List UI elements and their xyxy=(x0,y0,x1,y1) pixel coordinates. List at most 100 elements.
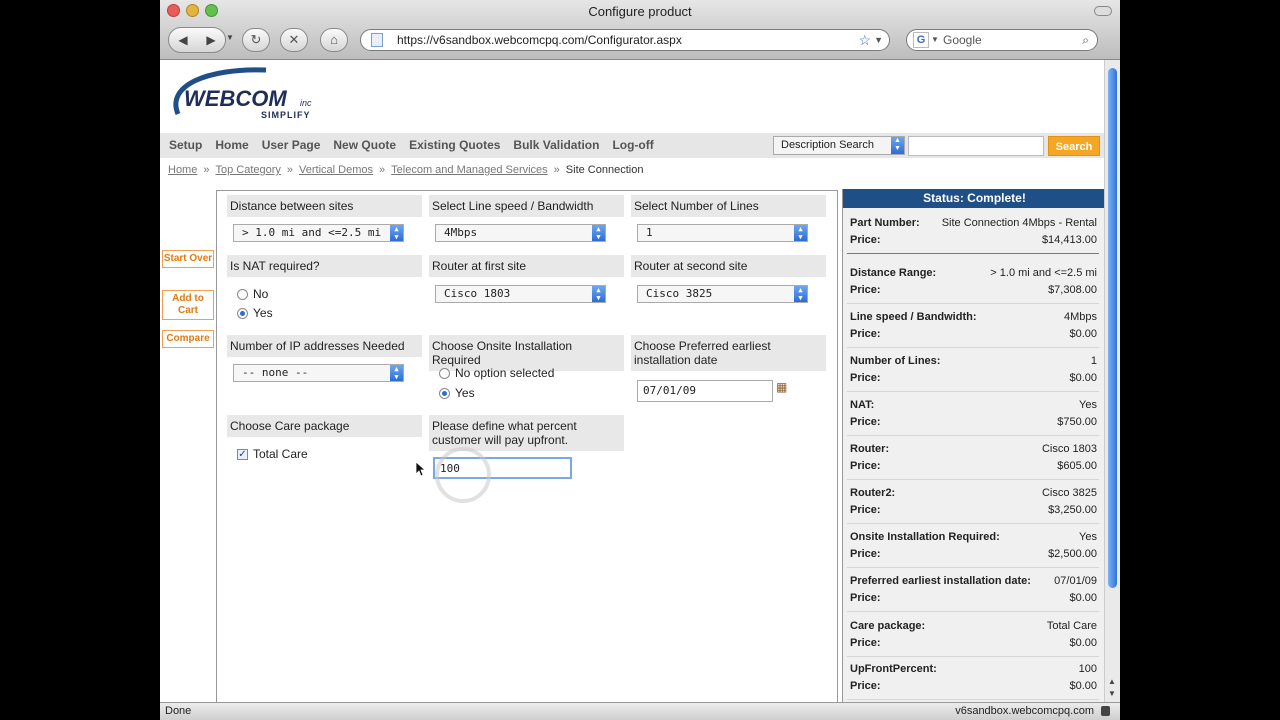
status-separator xyxy=(847,303,1099,304)
page-icon xyxy=(371,33,383,47)
radio-icon[interactable] xyxy=(439,367,450,379)
browser-statusbar: Done v6sandbox.webcomcpq.com xyxy=(160,702,1120,720)
distance-select[interactable]: > 1.0 mi and <=2.5 mi ▲ ▼ xyxy=(233,224,404,242)
status-key: Part Number: xyxy=(850,217,920,229)
start-over-button[interactable]: Start Over xyxy=(162,250,214,268)
stop-icon[interactable]: ✕ xyxy=(280,28,308,52)
menu-item-bulk-validation[interactable]: Bulk Validation xyxy=(513,138,599,152)
status-value: 1 xyxy=(1090,355,1097,367)
status-price-row: Price: $605.00 xyxy=(850,459,1097,473)
install-date-input[interactable]: 07/01/09 xyxy=(637,380,773,402)
status-row: Part Number: Site Connection 4Mbps - Rent… xyxy=(850,216,1097,230)
checkbox-checked-icon[interactable]: ✓ xyxy=(237,448,248,460)
breadcrumb-current: Site Connection xyxy=(565,164,644,176)
ip-select[interactable]: -- none -- ▲ ▼ xyxy=(233,364,404,382)
menu-item-existing-quotes[interactable]: Existing Quotes xyxy=(409,138,500,152)
line-speed-value: 4Mbps xyxy=(444,226,478,239)
address-bar[interactable]: https://v6sandbox.webcomcpq.com/Configur… xyxy=(360,29,890,51)
line-speed-select[interactable]: 4Mbps ▲ ▼ xyxy=(435,224,606,242)
nat-option-no[interactable]: No xyxy=(237,287,268,301)
onsite-option-yes[interactable]: Yes xyxy=(439,386,475,400)
status-value: Cisco 3825 xyxy=(1041,487,1097,499)
num-lines-value: 1 xyxy=(646,226,653,239)
logo-brand: WEBCOM xyxy=(184,86,287,111)
menu-item-log-off[interactable]: Log-off xyxy=(612,138,653,152)
breadcrumb-link[interactable]: Home xyxy=(168,164,197,176)
breadcrumb-link[interactable]: Vertical Demos xyxy=(299,164,373,176)
onsite-option-none[interactable]: No option selected xyxy=(439,366,554,380)
status-domain: v6sandbox.webcomcpq.com xyxy=(955,705,1094,717)
back-arrow-icon[interactable]: ◀ xyxy=(169,33,197,47)
nat-option-yes-label: Yes xyxy=(253,306,273,320)
status-price-row: Price: $0.00 xyxy=(850,591,1097,605)
select-arrows-icon: ▲ ▼ xyxy=(794,286,807,302)
router1-value: Cisco 1803 xyxy=(444,287,511,300)
status-row: Number of Lines: 1 xyxy=(850,354,1097,368)
status-value: Cisco 1803 xyxy=(1041,443,1097,455)
status-value: 07/01/09 xyxy=(1054,575,1097,587)
radio-icon[interactable] xyxy=(237,288,248,300)
num-lines-select[interactable]: 1 ▲ ▼ xyxy=(637,224,808,242)
upfront-field: Please define what percent customer will… xyxy=(429,415,624,451)
ip-label: Number of IP addresses Needed xyxy=(227,335,422,357)
page-content: WEBCOM inc SIMPLIFY Setup Home User Page Ne… xyxy=(160,60,1104,702)
status-key: NAT: xyxy=(850,399,875,411)
radio-selected-icon[interactable] xyxy=(439,387,450,399)
menu-item-new-quote[interactable]: New Quote xyxy=(333,138,396,152)
status-price-row: Price: $0.00 xyxy=(850,679,1097,693)
description-search-select[interactable]: Description Search ▲ ▼ xyxy=(773,136,905,155)
menu-item-home[interactable]: Home xyxy=(215,138,248,152)
onsite-option-yes-label: Yes xyxy=(455,386,475,400)
add-to-cart-button[interactable]: Add to Cart xyxy=(162,290,214,320)
router1-select[interactable]: Cisco 1803 ▲ ▼ xyxy=(435,285,606,303)
breadcrumb-link[interactable]: Telecom and Managed Services xyxy=(391,164,548,176)
nat-option-yes[interactable]: Yes xyxy=(237,306,273,320)
search-icon[interactable]: ⌕ xyxy=(1082,30,1089,50)
price-value: $750.00 xyxy=(1057,416,1097,428)
price-key: Price: xyxy=(850,416,881,428)
status-value: Total Care xyxy=(1046,620,1097,632)
reload-icon[interactable]: ↻ xyxy=(242,28,270,52)
distance-value: > 1.0 mi and <=2.5 mi xyxy=(242,226,382,239)
status-value: > 1.0 mi and <=2.5 mi xyxy=(990,267,1097,279)
radio-selected-icon[interactable] xyxy=(237,307,248,319)
site-search-input[interactable] xyxy=(908,136,1044,156)
main-menu: Setup Home User Page New Quote Existing Quot… xyxy=(160,133,1104,158)
scroll-thumb[interactable] xyxy=(1108,68,1117,588)
compare-button[interactable]: Compare xyxy=(162,330,214,348)
breadcrumb-link[interactable]: Top Category xyxy=(215,164,280,176)
menu-item-setup[interactable]: Setup xyxy=(169,138,202,152)
status-header: Status: Complete! xyxy=(843,189,1104,208)
select-arrows-icon: ▲ ▼ xyxy=(891,137,904,154)
description-search-value: Description Search xyxy=(781,139,874,151)
toolbar-toggle-icon[interactable] xyxy=(1094,6,1112,16)
calendar-icon[interactable]: ▦ xyxy=(776,380,787,394)
status-separator xyxy=(847,479,1099,480)
logo-tagline: SIMPLIFY xyxy=(261,110,311,120)
line-speed-label: Select Line speed / Bandwidth xyxy=(429,195,624,217)
google-icon[interactable]: G xyxy=(913,32,929,48)
home-icon[interactable]: ⌂ xyxy=(320,28,348,52)
vertical-scrollbar[interactable]: ▲ ▼ xyxy=(1104,60,1120,702)
webcom-logo: WEBCOM inc SIMPLIFY xyxy=(173,67,312,120)
browser-window: Configure product ◀ ▶ ▼ ↻ ✕ ⌂ https://v6… xyxy=(160,0,1120,720)
search-engine-dropdown-icon[interactable]: ▼ xyxy=(931,30,939,50)
menu-item-user-page[interactable]: User Page xyxy=(262,138,321,152)
price-value: $0.00 xyxy=(1069,592,1097,604)
upfront-label: Please define what percent customer will… xyxy=(429,415,624,451)
search-button[interactable]: Search xyxy=(1048,136,1100,156)
scroll-down-icon[interactable]: ▼ xyxy=(1108,689,1116,698)
scroll-up-icon[interactable]: ▲ xyxy=(1108,677,1116,686)
browser-search-input[interactable]: G ▼ Google ⌕ xyxy=(906,29,1098,51)
bookmark-star-icon[interactable]: ☆ xyxy=(858,30,871,50)
history-dropdown-icon[interactable]: ▼ xyxy=(226,33,234,42)
status-row: Onsite Installation Required: Yes xyxy=(850,530,1097,544)
router2-select[interactable]: Cisco 3825 ▲ ▼ xyxy=(637,285,808,303)
price-key: Price: xyxy=(850,234,881,246)
care-option-total[interactable]: ✓ Total Care xyxy=(237,447,308,461)
price-key: Price: xyxy=(850,372,881,384)
num-lines-field: Select Number of Lines xyxy=(631,195,826,217)
url-dropdown-icon[interactable]: ▼ xyxy=(874,30,883,50)
forward-arrow-icon[interactable]: ▶ xyxy=(197,33,225,47)
price-key: Price: xyxy=(850,680,881,692)
